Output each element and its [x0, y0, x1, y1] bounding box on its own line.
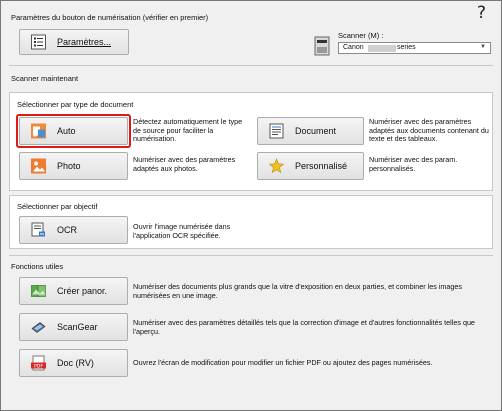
- scangear-button[interactable]: ScanGear: [19, 313, 128, 341]
- settings-list-icon: [31, 34, 46, 50]
- custom-description: Numériser avec des param. personnalisés.: [369, 155, 458, 173]
- doc-rv-description: Ouvrez l'écran de modification pour modi…: [133, 358, 433, 367]
- auto-description: Détectez automatiquement le type de sour…: [133, 117, 243, 144]
- photo-button[interactable]: Photo: [19, 152, 128, 180]
- by-type-title: Sélectionner par type de document: [17, 100, 134, 109]
- document-button[interactable]: Document: [257, 117, 364, 145]
- photo-icon: [31, 158, 46, 174]
- custom-button-label: Personnalisé: [295, 161, 348, 171]
- scanner-select-value-left: Canon: [343, 44, 364, 51]
- settings-section-title: Paramètres du bouton de numérisation (vé…: [11, 13, 209, 22]
- chevron-down-icon[interactable]: ▼: [480, 44, 486, 50]
- scangear-button-label: ScanGear: [57, 322, 98, 332]
- document-icon: [269, 123, 284, 139]
- panorama-icon: [30, 284, 47, 299]
- panorama-button-label: Créer panor.: [57, 286, 108, 296]
- scanner-device-icon: [314, 35, 330, 59]
- doc-rv-button-label: Doc (RV): [57, 358, 94, 368]
- document-description: Numériser avec des paramètres adaptés au…: [369, 117, 489, 144]
- divider: [9, 255, 493, 256]
- settings-button[interactable]: Paramètres...: [19, 29, 129, 55]
- help-icon[interactable]: ?: [477, 3, 486, 23]
- settings-button-label: Paramètres...: [57, 37, 112, 47]
- auto-scan-icon: [31, 123, 46, 139]
- divider: [9, 65, 493, 66]
- panorama-button[interactable]: Créer panor.: [19, 277, 128, 305]
- pdf-icon: PDF: [31, 355, 46, 371]
- scangear-icon: [31, 320, 46, 335]
- ocr-button-label: OCR: [57, 225, 77, 235]
- photo-button-label: Photo: [57, 161, 81, 171]
- scan-now-title: Scanner maintenant: [11, 74, 79, 83]
- utilities-title: Fonctions utiles: [11, 262, 64, 271]
- ocr-icon: [31, 222, 46, 238]
- scanner-model-redacted: [368, 45, 396, 52]
- by-purpose-title: Sélectionner par objectif: [17, 202, 98, 211]
- scangear-description: Numériser avec des paramètres détaillés …: [133, 318, 475, 336]
- ocr-button[interactable]: OCR: [19, 216, 128, 244]
- doc-rv-button[interactable]: PDF Doc (RV): [19, 349, 128, 377]
- svg-text:PDF: PDF: [34, 364, 43, 370]
- ocr-description: Ouvrir l'image numérisée dans l'applicat…: [133, 222, 231, 240]
- custom-button[interactable]: Personnalisé: [257, 152, 364, 180]
- document-button-label: Document: [295, 126, 337, 136]
- auto-button[interactable]: Auto: [19, 117, 128, 145]
- photo-description: Numériser avec des paramètres adaptés au…: [133, 155, 236, 173]
- scanner-select[interactable]: Canon series ▼: [338, 42, 491, 54]
- auto-button-label: Auto: [57, 126, 76, 136]
- star-icon: [268, 158, 285, 174]
- scan-utility-window: Paramètres du bouton de numérisation (vé…: [0, 0, 502, 411]
- panorama-description: Numériser des documents plus grands que …: [133, 282, 462, 300]
- scanner-label: Scanner (M) :: [338, 31, 384, 40]
- scanner-select-value-right: series: [397, 44, 416, 51]
